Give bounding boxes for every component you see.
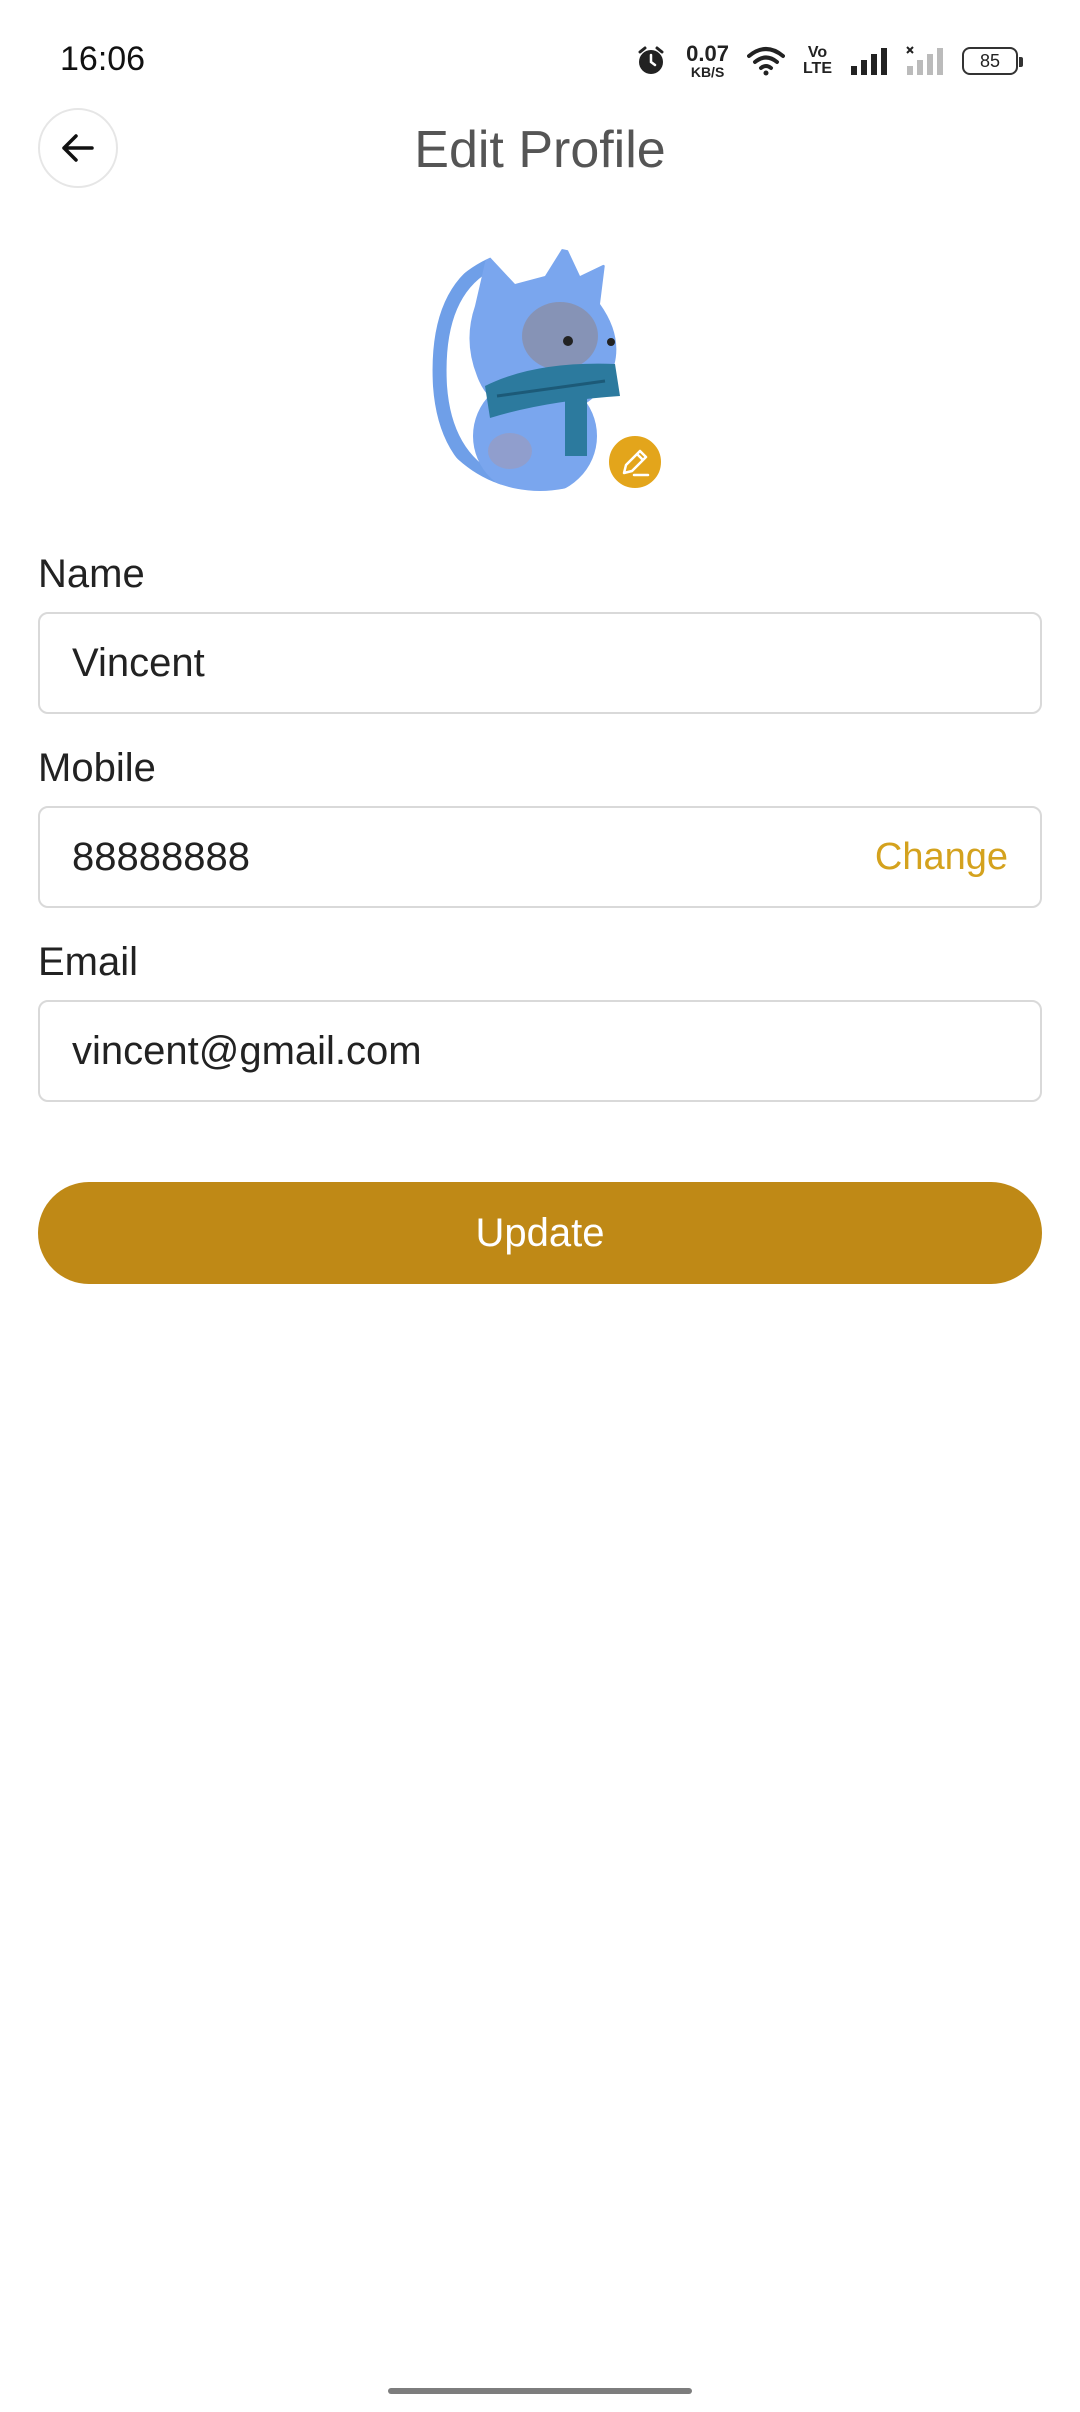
home-indicator[interactable] xyxy=(388,2388,692,2394)
page-title: Edit Profile xyxy=(414,121,666,179)
network-speed: 0.07 KB/S xyxy=(686,41,729,80)
update-button[interactable]: Update xyxy=(38,1182,1042,1284)
change-mobile-link[interactable]: Change xyxy=(875,808,1008,906)
volte-indicator: Vo LTE xyxy=(802,44,832,77)
name-input[interactable] xyxy=(72,614,892,712)
alarm-icon xyxy=(634,44,668,78)
battery-icon: 85 xyxy=(962,47,1023,75)
edit-profile-screen: 16:06 0.07 KB/S Vo LTE 85 Edit Profile N… xyxy=(0,0,1080,2412)
wifi-icon xyxy=(746,46,785,76)
mobile-input[interactable] xyxy=(72,808,892,906)
signal-no-service-icon xyxy=(906,46,944,76)
name-label: Name xyxy=(38,552,145,596)
profile-avatar[interactable] xyxy=(415,236,665,494)
mobile-label: Mobile xyxy=(38,746,156,790)
status-time: 16:06 xyxy=(60,40,146,78)
edit-avatar-button[interactable] xyxy=(605,432,665,492)
mobile-field[interactable]: Change xyxy=(38,806,1042,908)
name-field[interactable] xyxy=(38,612,1042,714)
email-label: Email xyxy=(38,940,139,984)
email-field[interactable] xyxy=(38,1000,1042,1102)
status-icons: 0.07 KB/S Vo LTE 85 xyxy=(634,40,1023,82)
email-input[interactable] xyxy=(72,1002,892,1100)
signal-icon xyxy=(850,46,888,76)
status-bar: 16:06 0.07 KB/S Vo LTE 85 xyxy=(0,0,1080,110)
pencil-icon xyxy=(622,449,650,477)
